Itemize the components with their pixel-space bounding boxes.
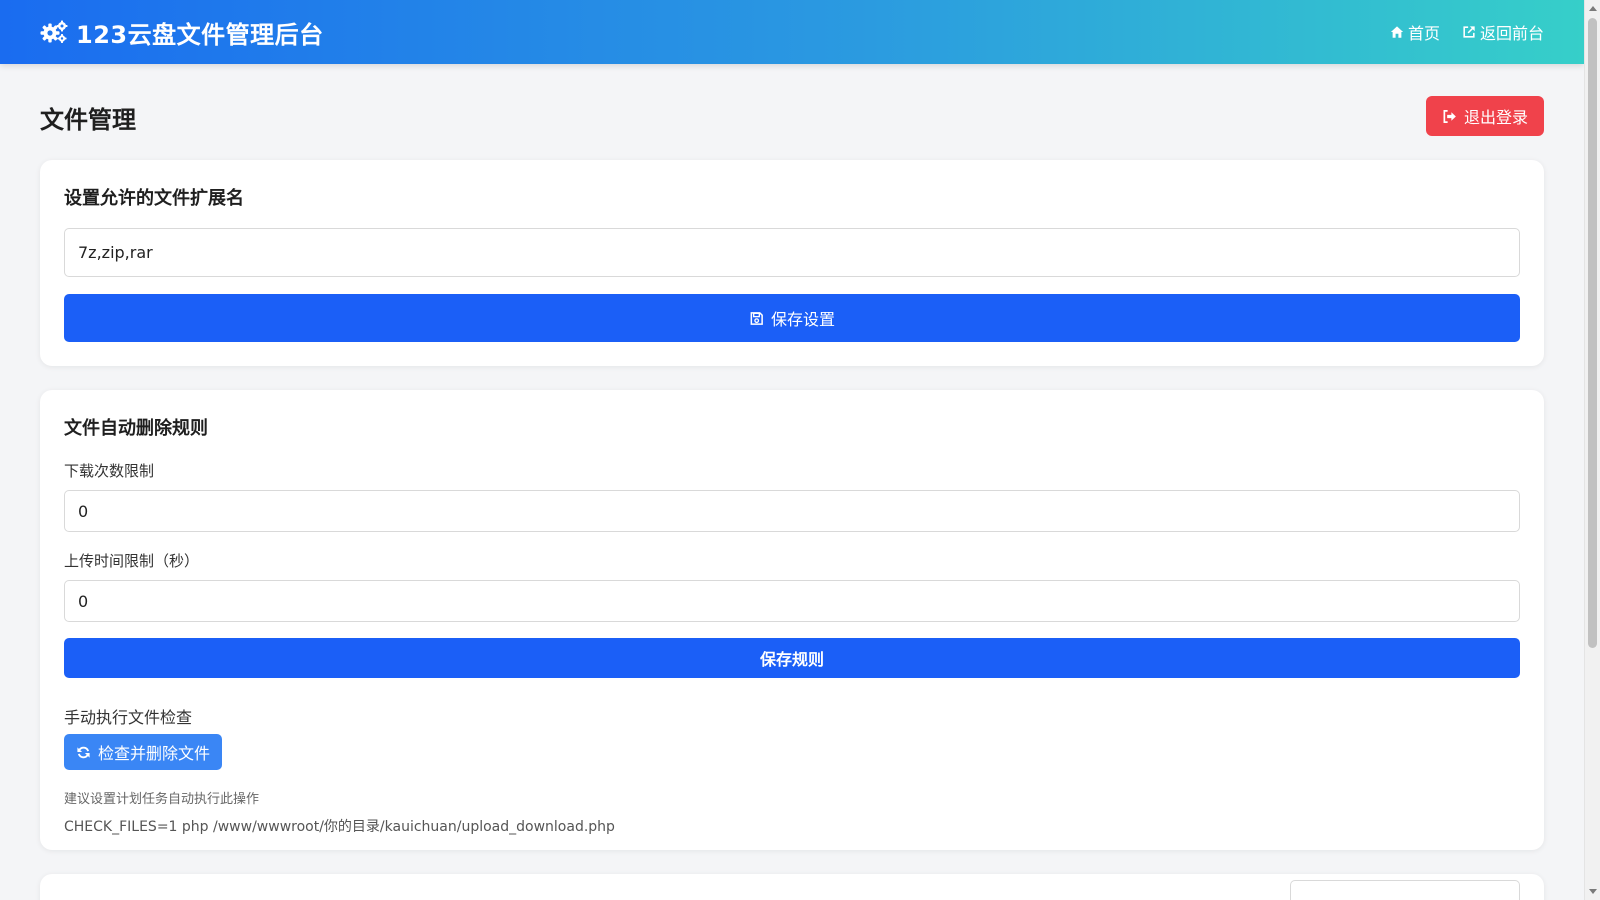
save-rules-button[interactable]: 保存规则 [64,638,1520,678]
scroll-up-icon[interactable] [1589,6,1597,11]
save-icon [750,311,763,325]
logout-label: 退出登录 [1463,110,1528,127]
nav-home-link[interactable]: 首页 [1390,20,1440,44]
extensions-input[interactable] [64,228,1520,277]
save-rules-label: 保存规则 [759,652,824,669]
nav-home-label: 首页 [1407,24,1440,43]
app-title: 123云盘文件管理后台 [76,20,324,49]
top-header: 123云盘文件管理后台 首页 返回前台 [0,0,1584,64]
nav-frontend-label: 返回前台 [1479,24,1544,43]
admin-page: 123云盘文件管理后台 首页 返回前台 文件管理 退出登录 设置允许的文件扩展名… [0,0,1600,900]
check-delete-files-label: 检查并删除文件 [97,746,210,763]
save-settings-label: 保存设置 [770,312,835,329]
check-delete-files-button[interactable]: 检查并删除文件 [64,734,222,770]
download-limit-label: 下载次数限制 [64,462,155,480]
sign-out-icon [1443,109,1456,123]
manual-check-label: 手动执行文件检查 [64,708,193,727]
gears-icon [40,20,68,43]
cron-command: CHECK_FILES=1 php /www/wwwroot/你的目录/kaui… [64,819,615,835]
partial-control [1290,880,1520,900]
external-link-icon [1463,26,1475,38]
upload-time-label: 上传时间限制（秒） [64,552,200,570]
extensions-card: 设置允许的文件扩展名 保存设置 [40,160,1544,366]
nav-frontend-link[interactable]: 返回前台 [1462,20,1544,44]
download-limit-input[interactable] [64,490,1520,532]
top-nav: 首页 返回前台 [1390,20,1544,44]
brand: 123云盘文件管理后台 [40,15,324,50]
refresh-icon [77,746,90,758]
save-settings-button[interactable]: 保存设置 [64,294,1520,342]
delete-rules-title: 文件自动删除规则 [64,418,208,439]
scroll-thumb[interactable] [1588,18,1597,648]
extensions-card-title: 设置允许的文件扩展名 [64,188,244,209]
delete-rules-card: 文件自动删除规则 下载次数限制 上传时间限制（秒） 保存规则 手动执行文件检查 … [40,390,1544,850]
page-title: 文件管理 [40,106,136,134]
scrollbar[interactable] [1584,0,1600,900]
home-icon [1390,26,1404,38]
cron-hint: 建议设置计划任务自动执行此操作 [64,792,260,807]
next-card [40,874,1544,900]
upload-time-input[interactable] [64,580,1520,622]
logout-button[interactable]: 退出登录 [1426,96,1544,136]
scroll-down-icon[interactable] [1589,889,1597,894]
